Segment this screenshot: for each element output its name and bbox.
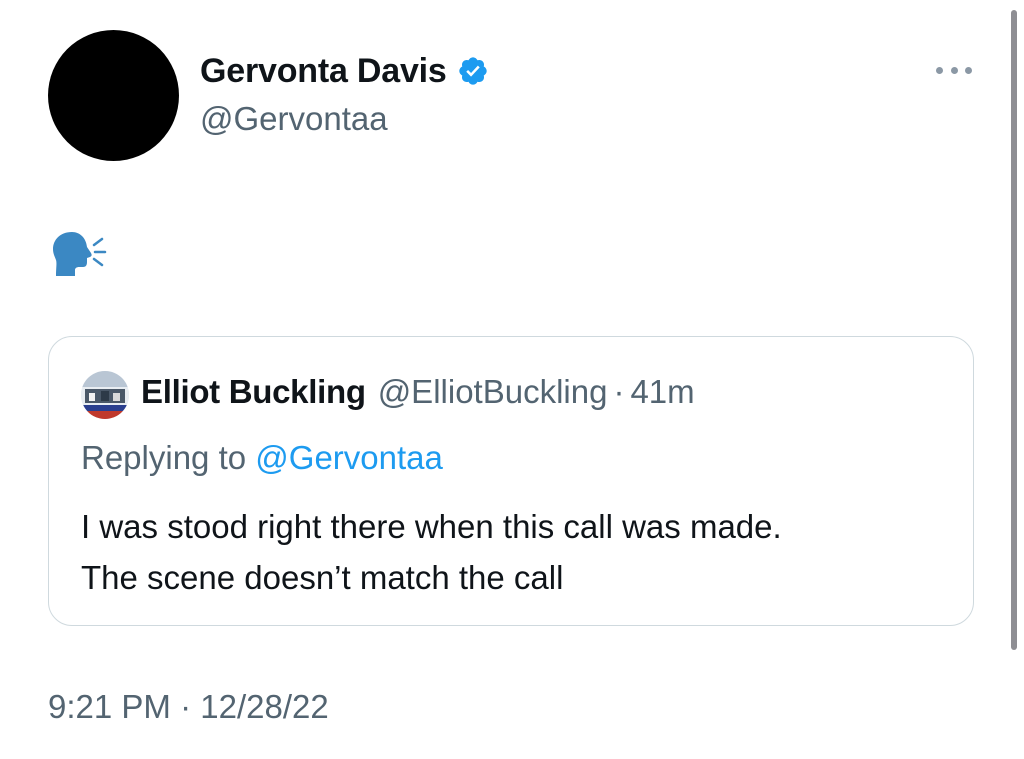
more-dots-icon (936, 66, 943, 74)
replying-to-label: Replying to (81, 439, 247, 476)
quote-text-line: I was stood right there when this call w… (81, 508, 782, 545)
quote-author-handle[interactable]: @ElliotBuckling (378, 373, 608, 411)
tweet-timestamp[interactable]: 9:21 PM · 12/28/22 (48, 688, 329, 726)
author-name[interactable]: Gervonta Davis (200, 52, 447, 91)
quote-separator: · (613, 373, 625, 410)
author-handle[interactable]: @Gervontaa (200, 100, 388, 138)
quote-author-avatar[interactable] (81, 371, 129, 419)
quote-header: Elliot Buckling @ElliotBuckling · 41m (141, 373, 695, 411)
timestamp-separator: · (180, 688, 192, 725)
quote-text: I was stood right there when this call w… (81, 501, 941, 603)
quote-avatar-photo-icon (81, 371, 129, 419)
replying-to-line: Replying to @Gervontaa (81, 439, 443, 477)
tweet-time: 9:21 PM (48, 688, 171, 725)
quoted-tweet-card[interactable]: Elliot Buckling @ElliotBuckling · 41m Re… (48, 336, 974, 626)
tweet-date: 12/28/22 (200, 688, 329, 725)
scrollbar[interactable] (1011, 10, 1017, 650)
replying-to-mention[interactable]: @Gervontaa (255, 439, 443, 476)
quote-text-line: The scene doesn’t match the call (81, 559, 564, 596)
author-avatar[interactable] (48, 30, 179, 161)
author-name-row[interactable]: Gervonta Davis (200, 50, 489, 92)
verified-badge-icon (458, 57, 487, 85)
tweet-detail-page: Gervonta Davis @Gervontaa Elliot Bucklin… (0, 0, 1024, 759)
more-options-button[interactable] (936, 60, 972, 80)
quote-time[interactable]: 41m (630, 373, 694, 411)
tweet-text (50, 230, 120, 280)
speaking-head-icon (53, 232, 107, 276)
quote-author-name[interactable]: Elliot Buckling (141, 373, 366, 411)
more-dots-icon (965, 66, 972, 74)
more-dots-icon (950, 66, 958, 74)
